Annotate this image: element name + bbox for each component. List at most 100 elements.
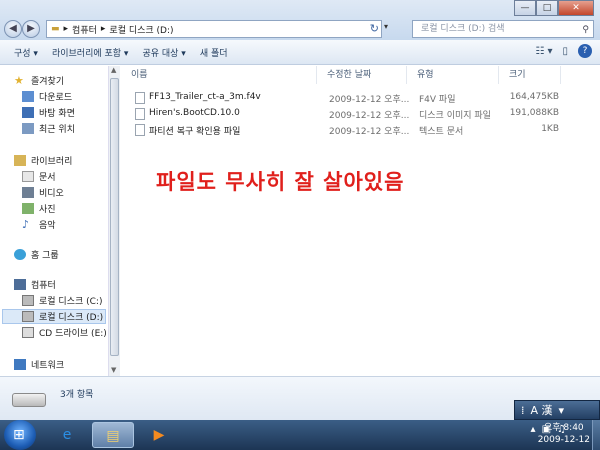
share-with-button[interactable]: 공유 대상 ▾ <box>142 46 185 59</box>
show-hidden-icons-icon[interactable]: ▴ <box>531 424 536 435</box>
desktop-icon <box>22 107 34 118</box>
media-player-icon: ▶ <box>153 427 165 443</box>
nav-recent-label: 최근 위치 <box>39 125 75 135</box>
file-row[interactable]: Hiren's.BootCD.10.0 2009-12-12 오후... 디스크… <box>131 108 571 121</box>
address-row: — □ ✕ ◀ ▶ ▬ ▸ 컴퓨터 ▸ 로컬 디스크 (D:) ↻ ▾ 로컬 디… <box>0 0 600 40</box>
scroll-thumb[interactable] <box>110 78 119 356</box>
file-type: F4V 파일 <box>419 95 456 105</box>
preview-pane-icon[interactable]: ▯ <box>562 46 568 57</box>
maximize-button[interactable]: □ <box>536 0 558 16</box>
nav-pictures[interactable]: 사진 <box>22 202 56 215</box>
navigation-pane: ★ 즐겨찾기 다운로드 바탕 화면 최근 위치 라이브러리 문서 비디오 사진 … <box>0 66 108 376</box>
clock[interactable]: 오후 8:40 2009-12-12 <box>538 422 590 446</box>
scroll-down-icon[interactable]: ▼ <box>111 366 116 374</box>
nav-libraries-label: 라이브러리 <box>31 157 73 167</box>
search-placeholder: 로컬 디스크 (D:) 검색 <box>421 24 505 34</box>
scroll-up-icon[interactable]: ▲ <box>111 66 116 74</box>
column-header-name[interactable]: 이름 <box>121 66 317 84</box>
nav-documents-label: 문서 <box>39 173 56 183</box>
file-name: Hiren's.BootCD.10.0 <box>149 108 240 118</box>
nav-network[interactable]: 네트워크 <box>14 358 64 371</box>
command-bar-right: ☷ ▾ ▯ ? <box>535 44 592 58</box>
downloads-icon <box>22 91 34 102</box>
documents-icon <box>22 171 34 182</box>
new-folder-button[interactable]: 새 폴더 <box>200 46 228 59</box>
navigation-scrollbar[interactable]: ▲ ▼ <box>108 66 120 376</box>
overlay-caption: 파일도 무사히 잘 살아있음 <box>156 170 405 194</box>
column-header-size[interactable]: 크기 <box>499 66 561 84</box>
organize-button[interactable]: 구성 ▾ <box>14 46 38 59</box>
file-modified: 2009-12-12 오후... <box>329 95 410 105</box>
library-icon <box>14 155 26 166</box>
language-options-icon[interactable]: ▾ <box>559 404 565 417</box>
nav-computer-label: 컴퓨터 <box>31 281 56 291</box>
file-icon <box>135 92 145 104</box>
view-options-icon[interactable]: ☷ ▾ <box>535 46 552 57</box>
windows-logo-icon: ⊞ <box>13 427 25 443</box>
drive-icon <box>22 311 34 322</box>
help-icon[interactable]: ? <box>578 44 592 58</box>
nav-videos[interactable]: 비디오 <box>22 186 64 199</box>
nav-drive-d[interactable]: 로컬 디스크 (D:) <box>2 309 106 324</box>
taskbar-internet-explorer[interactable]: e <box>46 422 88 448</box>
file-row[interactable]: 파티션 복구 확인용 파일 2009-12-12 오후... 텍스트 문서 1K… <box>131 124 571 137</box>
column-header-type[interactable]: 유형 <box>407 66 499 84</box>
nav-documents[interactable]: 문서 <box>22 170 56 183</box>
internet-explorer-icon: e <box>62 427 72 443</box>
file-type: 디스크 이미지 파일 <box>419 111 491 121</box>
refresh-icon[interactable]: ↻ <box>370 22 379 35</box>
nav-favorites-label: 즐겨찾기 <box>31 77 65 87</box>
nav-homegroup-label: 홈 그룹 <box>31 251 59 261</box>
homegroup-icon <box>14 249 26 260</box>
language-bar[interactable]: ⁞ A 漢 ▾ <box>514 400 600 420</box>
nav-drive-e-label: CD 드라이브 (E:) <box>39 329 107 339</box>
window-controls: — □ ✕ <box>514 0 594 16</box>
breadcrumb-separator: ▸ <box>100 24 106 34</box>
show-desktop-button[interactable] <box>592 420 600 450</box>
language-indicator[interactable]: A 漢 <box>531 402 553 418</box>
file-name: 파티션 복구 확인용 파일 <box>149 127 241 137</box>
include-in-library-button[interactable]: 라이브러리에 포함 ▾ <box>52 46 128 59</box>
nav-desktop-label: 바탕 화면 <box>39 109 75 119</box>
taskbar: ⊞ e ▤ ▶ ▴ ▣ ♫ 오후 8:40 2009-12-12 <box>0 420 600 450</box>
nav-computer[interactable]: 컴퓨터 <box>14 278 56 291</box>
clock-date: 2009-12-12 <box>537 435 590 445</box>
search-icon[interactable]: ⚲ <box>582 22 589 38</box>
back-button[interactable]: ◀ <box>4 20 22 38</box>
nav-music-label: 음악 <box>39 221 56 231</box>
disk-image-icon <box>135 108 145 120</box>
drive-icon <box>22 295 34 306</box>
taskbar-media-player[interactable]: ▶ <box>138 422 180 448</box>
file-modified: 2009-12-12 오후... <box>329 111 410 121</box>
nav-libraries[interactable]: 라이브러리 <box>14 154 72 167</box>
address-history-dropdown[interactable]: ▾ <box>384 22 388 31</box>
file-name: FF13_Trailer_ct-a_3m.f4v <box>149 92 261 102</box>
breadcrumb-drive-d[interactable]: 로컬 디스크 (D:) <box>109 23 173 36</box>
nav-drive-c-label: 로컬 디스크 (C:) <box>39 297 103 307</box>
address-bar[interactable]: ▬ ▸ 컴퓨터 ▸ 로컬 디스크 (D:) ↻ <box>46 20 382 38</box>
recent-places-icon <box>22 123 34 134</box>
nav-homegroup[interactable]: 홈 그룹 <box>14 248 59 261</box>
minimize-button[interactable]: — <box>514 0 536 16</box>
nav-desktop[interactable]: 바탕 화면 <box>22 106 75 119</box>
nav-drive-e[interactable]: CD 드라이브 (E:) <box>22 326 107 339</box>
close-button[interactable]: ✕ <box>558 0 594 16</box>
column-header-modified[interactable]: 수정한 날짜 <box>317 66 407 84</box>
item-count: 3개 항목 <box>60 390 94 400</box>
start-button[interactable]: ⊞ <box>4 420 36 450</box>
nav-favorites[interactable]: ★ 즐겨찾기 <box>14 74 64 87</box>
nav-recent[interactable]: 최근 위치 <box>22 122 75 135</box>
breadcrumb-computer[interactable]: 컴퓨터 <box>72 23 97 36</box>
nav-drive-c[interactable]: 로컬 디스크 (C:) <box>22 294 102 307</box>
file-size: 164,475KB <box>509 92 559 102</box>
nav-music[interactable]: ♪ 음악 <box>22 218 56 231</box>
star-icon: ★ <box>14 74 24 87</box>
search-input[interactable]: 로컬 디스크 (D:) 검색 ⚲ <box>412 20 594 38</box>
nav-downloads[interactable]: 다운로드 <box>22 90 72 103</box>
clock-time: 오후 8:40 <box>544 423 584 433</box>
file-row[interactable]: FF13_Trailer_ct-a_3m.f4v 2009-12-12 오후..… <box>131 92 571 105</box>
computer-icon <box>14 279 26 290</box>
taskbar-windows-explorer[interactable]: ▤ <box>92 422 134 448</box>
forward-button[interactable]: ▶ <box>22 20 40 38</box>
cd-drive-icon <box>22 327 34 338</box>
